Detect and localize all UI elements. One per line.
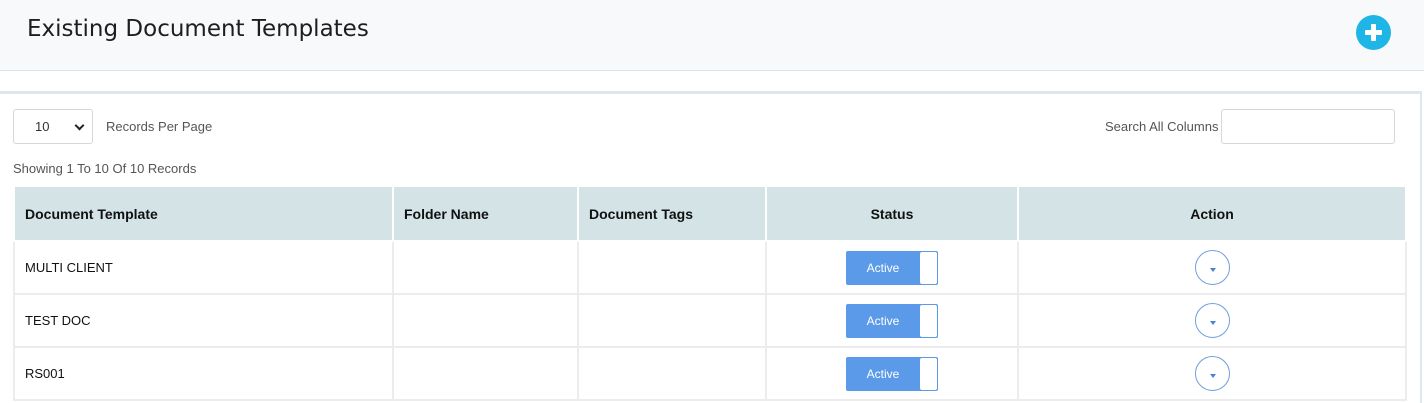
status-cell: Active xyxy=(765,293,1019,348)
folder-name-cell xyxy=(392,346,579,401)
document-template-cell: RS001 xyxy=(13,346,394,401)
caret-down-icon xyxy=(1209,268,1216,272)
header-gap xyxy=(0,72,1424,91)
action-cell xyxy=(1017,293,1407,348)
folder-name-cell xyxy=(392,240,579,295)
page-header: Existing Document Templates xyxy=(0,0,1424,71)
column-header-status[interactable]: Status xyxy=(765,185,1019,242)
status-toggle[interactable]: Active xyxy=(846,250,938,285)
caret-down-icon xyxy=(1209,374,1216,378)
status-toggle[interactable]: Active xyxy=(846,356,938,391)
chevron-down-icon xyxy=(74,120,85,131)
status-toggle[interactable]: Active xyxy=(846,303,938,338)
table-row: MULTI CLIENT Active xyxy=(13,240,1407,295)
action-cell xyxy=(1017,346,1407,401)
records-per-page-value: 10 xyxy=(35,119,50,134)
table-row: RS001 Active xyxy=(13,346,1407,401)
document-tags-cell xyxy=(577,240,767,295)
document-tags-cell xyxy=(577,293,767,348)
status-cell: Active xyxy=(765,240,1019,295)
toggle-knob xyxy=(920,251,937,284)
folder-name-cell xyxy=(392,293,579,348)
toggle-knob xyxy=(920,304,937,337)
search-label: Search All Columns xyxy=(1105,119,1219,134)
row-action-dropdown-button[interactable] xyxy=(1194,303,1230,338)
status-toggle-label: Active xyxy=(866,260,900,275)
column-header-document-template[interactable]: Document Template xyxy=(13,185,394,242)
toggle-knob xyxy=(920,357,937,390)
page-title: Existing Document Templates xyxy=(27,16,369,42)
status-toggle-label: Active xyxy=(866,313,900,328)
document-template-cell: MULTI CLIENT xyxy=(13,240,394,295)
templates-table: Document Template Folder Name Document T… xyxy=(13,185,1407,401)
status-cell: Active xyxy=(765,346,1019,401)
row-action-dropdown-button[interactable] xyxy=(1194,250,1230,285)
table-row: TEST DOC Active xyxy=(13,293,1407,348)
column-header-folder-name[interactable]: Folder Name xyxy=(392,185,579,242)
records-summary: Showing 1 To 10 Of 10 Records xyxy=(13,161,197,176)
search-input[interactable] xyxy=(1221,109,1395,144)
action-cell xyxy=(1017,240,1407,295)
column-header-document-tags[interactable]: Document Tags xyxy=(577,185,767,242)
records-per-page-select[interactable]: 10 xyxy=(13,109,93,144)
table-header-row: Document Template Folder Name Document T… xyxy=(13,185,1407,242)
document-template-cell: TEST DOC xyxy=(13,293,394,348)
column-header-action: Action xyxy=(1017,185,1407,242)
row-action-dropdown-button[interactable] xyxy=(1194,356,1230,391)
document-tags-cell xyxy=(577,346,767,401)
caret-down-icon xyxy=(1209,321,1216,325)
status-toggle-label: Active xyxy=(866,366,900,381)
records-per-page-label: Records Per Page xyxy=(106,119,213,134)
add-template-button[interactable] xyxy=(1356,15,1391,50)
